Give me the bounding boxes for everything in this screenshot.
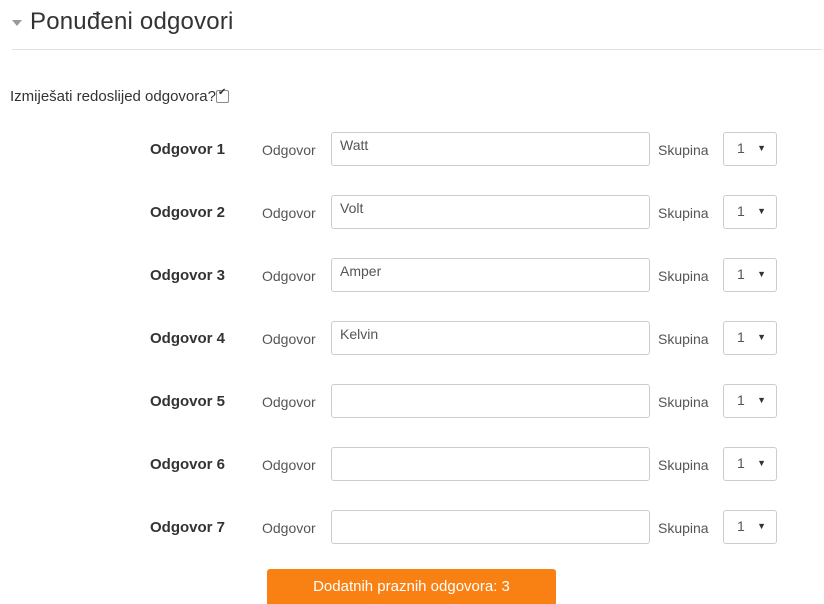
group-select[interactable]: 1 ▼ — [723, 510, 777, 544]
answer-field-label: Odgovor — [262, 205, 316, 221]
answer-value: Volt — [340, 200, 364, 216]
answer-field-label: Odgovor — [262, 520, 316, 536]
answer-row: Odgovor 2 Odgovor Volt Skupina 1 ▼ — [0, 195, 824, 231]
group-value: 1 — [737, 518, 745, 534]
chevron-down-icon: ▼ — [757, 521, 766, 531]
group-select[interactable]: 1 ▼ — [723, 447, 777, 481]
chevron-down-icon: ▼ — [757, 143, 766, 153]
group-label: Skupina — [658, 205, 709, 221]
group-select[interactable]: 1 ▼ — [723, 321, 777, 355]
shuffle-row: Izmiješati redoslijed odgovora? — [10, 87, 229, 105]
answer-label: Odgovor 7 — [150, 519, 226, 536]
answer-label: Odgovor 5 — [150, 393, 226, 410]
add-blank-answers-button[interactable]: Dodatnih praznih odgovora: 3 — [267, 569, 556, 604]
chevron-down-icon: ▼ — [757, 269, 766, 279]
group-label: Skupina — [658, 457, 709, 473]
shuffle-label: Izmiješati redoslijed odgovora? — [10, 88, 216, 105]
answer-label: Odgovor 4 — [150, 330, 226, 347]
answer-label: Odgovor 1 — [150, 141, 226, 158]
group-select[interactable]: 1 ▼ — [723, 384, 777, 418]
answer-value: Kelvin — [340, 326, 379, 342]
answer-input[interactable]: Amper — [331, 258, 650, 292]
group-label: Skupina — [658, 268, 709, 284]
answer-row: Odgovor 5 Odgovor Skupina 1 ▼ — [0, 384, 824, 420]
divider — [12, 49, 822, 50]
chevron-down-icon: ▼ — [757, 332, 766, 342]
group-select[interactable]: 1 ▼ — [723, 258, 777, 292]
answer-label: Odgovor 2 — [150, 204, 226, 221]
group-value: 1 — [737, 329, 745, 345]
group-select[interactable]: 1 ▼ — [723, 195, 777, 229]
group-value: 1 — [737, 140, 745, 156]
answer-value: Amper — [340, 263, 382, 279]
chevron-down-icon: ▼ — [757, 395, 766, 405]
caret-down-icon[interactable] — [12, 20, 22, 26]
answer-label: Odgovor 3 — [150, 267, 226, 284]
answer-value: Watt — [340, 137, 369, 153]
answer-input[interactable]: Kelvin — [331, 321, 650, 355]
chevron-down-icon: ▼ — [757, 458, 766, 468]
chevron-down-icon: ▼ — [757, 206, 766, 216]
group-value: 1 — [737, 266, 745, 282]
answer-field-label: Odgovor — [262, 394, 316, 410]
answer-row: Odgovor 6 Odgovor Skupina 1 ▼ — [0, 447, 824, 483]
answer-input[interactable] — [331, 384, 650, 418]
group-select[interactable]: 1 ▼ — [723, 132, 777, 166]
answer-field-label: Odgovor — [262, 142, 316, 158]
answer-row: Odgovor 1 Odgovor Watt Skupina 1 ▼ — [0, 132, 824, 168]
group-label: Skupina — [658, 331, 709, 347]
group-value: 1 — [737, 392, 745, 408]
answer-input[interactable]: Volt — [331, 195, 650, 229]
answer-row: Odgovor 7 Odgovor Skupina 1 ▼ — [0, 510, 824, 546]
answer-row: Odgovor 3 Odgovor Amper Skupina 1 ▼ — [0, 258, 824, 294]
group-label: Skupina — [658, 520, 709, 536]
answer-input[interactable] — [331, 510, 650, 544]
group-value: 1 — [737, 203, 745, 219]
group-label: Skupina — [658, 142, 709, 158]
group-label: Skupina — [658, 394, 709, 410]
group-value: 1 — [737, 455, 745, 471]
answer-row: Odgovor 4 Odgovor Kelvin Skupina 1 ▼ — [0, 321, 824, 357]
answer-input[interactable]: Watt — [331, 132, 650, 166]
answer-field-label: Odgovor — [262, 268, 316, 284]
answer-field-label: Odgovor — [262, 457, 316, 473]
shuffle-checkbox[interactable] — [215, 87, 229, 103]
answer-input[interactable] — [331, 447, 650, 481]
answer-field-label: Odgovor — [262, 331, 316, 347]
section-title: Ponuđeni odgovori — [30, 8, 234, 35]
section-header[interactable]: Ponuđeni odgovori — [12, 8, 234, 36]
answer-label: Odgovor 6 — [150, 456, 226, 473]
